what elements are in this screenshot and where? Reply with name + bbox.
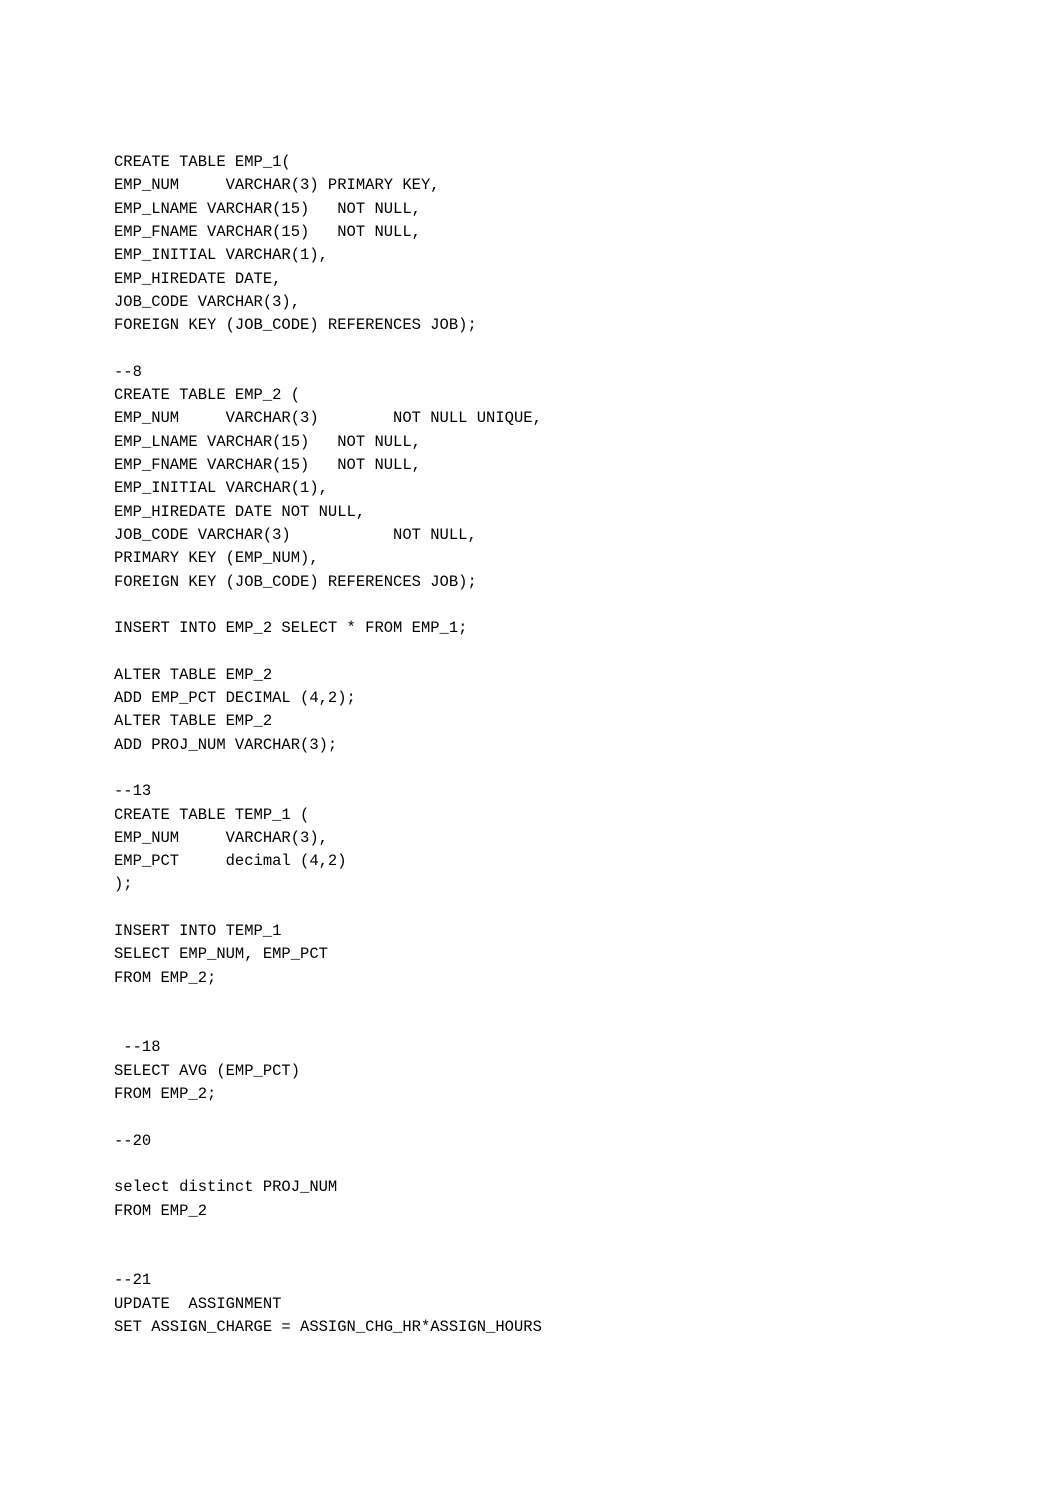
sql-code-block: CREATE TABLE EMP_1( EMP_NUM VARCHAR(3) P… <box>114 151 1062 1339</box>
